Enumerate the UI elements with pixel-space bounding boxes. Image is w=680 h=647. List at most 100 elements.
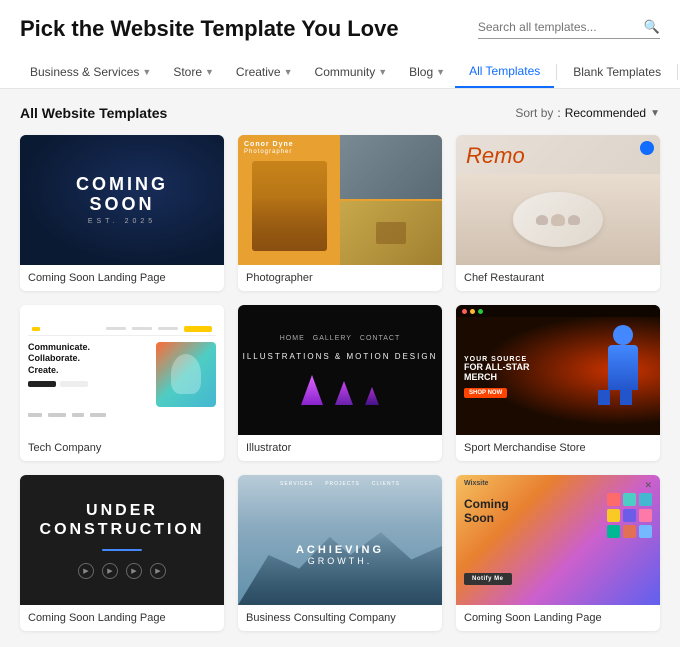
thumb-hero-text: Communicate.Collaborate.Create. — [28, 342, 150, 377]
thumb-cta-row — [28, 381, 150, 387]
thumb-shape-1 — [301, 375, 323, 405]
thumb-icon-3: ▶ — [126, 563, 142, 579]
page-wrapper: Pick the Website Template You Love 🔍 Bus… — [0, 0, 680, 647]
thumb-color-blocks — [607, 493, 652, 538]
thumb-close-x: ✕ — [644, 480, 652, 491]
tab-all-templates[interactable]: All Templates — [455, 56, 554, 88]
thumb-oysters — [528, 205, 588, 235]
nav-divider-2 — [677, 64, 678, 80]
template-label: Tech Company — [20, 435, 224, 461]
thumb-nav-clients: CLIENTS — [372, 481, 400, 487]
content-header: All Website Templates Sort by : Recommen… — [20, 105, 660, 121]
tab-all-templates-label: All Templates — [469, 64, 540, 78]
thumb-achieve-text: ACHIEVING — [296, 544, 384, 556]
chevron-down-icon: ▼ — [650, 108, 660, 119]
template-thumbnail: Conor DynePhotographer — [238, 135, 442, 265]
search-input[interactable] — [478, 20, 638, 34]
thumb-icons-row: ▶ ▶ ▶ ▶ — [78, 563, 166, 579]
thumb-shapes — [301, 375, 379, 405]
template-card[interactable]: YOUR SOURCE FOR ALL-STAR MERCH SHOP NOW … — [456, 305, 660, 461]
thumb-mini-btn: Notify Me — [464, 573, 512, 585]
template-label: Coming Soon Landing Page — [456, 605, 660, 631]
template-card[interactable]: COMINGSOON EST. 2025 Coming Soon Landing… — [20, 135, 224, 291]
thumb-hero-section: Communicate.Collaborate.Create. — [28, 342, 216, 407]
thumb-overlay-text: ACHIEVING GROWTH. — [296, 544, 384, 566]
thumb-cta-btn: SHOP NOW — [464, 388, 507, 398]
nav-item-creative[interactable]: Creative ▼ — [226, 57, 303, 87]
nav-item-business[interactable]: Business & Services ▼ — [20, 57, 161, 87]
thumb-sub-text: EST. 2025 — [76, 218, 168, 225]
template-card[interactable]: Remo Chef Re — [456, 135, 660, 291]
template-thumbnail: Wixsite ✕ ComingSoon — [456, 475, 660, 605]
thumb-text-block: COMINGSOON EST. 2025 — [76, 175, 168, 225]
template-thumbnail: UNDERCONSTRUCTION ▶ ▶ ▶ ▶ — [20, 475, 224, 605]
nav-item-blog[interactable]: Blog ▼ — [399, 57, 455, 87]
thumb-coming-soon-text: ComingSoon — [464, 497, 509, 526]
thumb-logo-dot — [32, 327, 40, 331]
template-thumbnail: COMINGSOON EST. 2025 — [20, 135, 224, 265]
nav-item-community-label: Community — [315, 65, 376, 79]
nav-item-creative-label: Creative — [236, 65, 281, 79]
thumb-nav-mini: SERVICES PROJECTS CLIENTS — [238, 481, 442, 487]
thumb-construction-text: UNDERCONSTRUCTION — [40, 501, 205, 539]
nav-item-store[interactable]: Store ▼ — [163, 57, 224, 87]
nav-item-community[interactable]: Community ▼ — [305, 57, 398, 87]
chevron-down-icon: ▼ — [284, 67, 293, 77]
thumb-nav-projects: PROJECTS — [325, 481, 360, 487]
thumb-merch-text: MERCH — [464, 372, 530, 382]
template-thumbnail: Home Gallery Contact Illustrations & Mot… — [238, 305, 442, 435]
thumb-photo-1 — [340, 135, 442, 199]
nav-item-business-label: Business & Services — [30, 65, 139, 79]
thumb-shape-2 — [335, 381, 353, 405]
nav-left: Business & Services ▼ Store ▼ Creative ▼… — [20, 57, 455, 87]
sort-label: Sort by — [515, 106, 553, 120]
template-label: Business Consulting Company — [238, 605, 442, 631]
thumb-plate — [513, 192, 603, 247]
template-card[interactable]: Communicate.Collaborate.Create. — [20, 305, 224, 461]
thumb-portrait-overlay — [252, 197, 327, 251]
nav-row: Business & Services ▼ Store ▼ Creative ▼… — [20, 56, 660, 88]
template-label: Coming Soon Landing Page — [20, 605, 224, 631]
nav-divider — [556, 64, 557, 80]
thumb-left-panel: Conor DynePhotographer — [238, 135, 340, 265]
template-label: Coming Soon Landing Page — [20, 265, 224, 291]
chevron-down-icon: ▼ — [205, 67, 214, 77]
chevron-down-icon: ▼ — [142, 67, 151, 77]
template-card[interactable]: Conor DynePhotographer Photographer — [238, 135, 442, 291]
thumb-btn-1 — [28, 381, 56, 387]
thumb-btn-2 — [60, 381, 88, 387]
templates-grid: COMINGSOON EST. 2025 Coming Soon Landing… — [20, 135, 660, 631]
thumb-content-inner: Communicate.Collaborate.Create. — [28, 324, 216, 417]
search-box: 🔍 — [478, 19, 660, 39]
thumb-growth-text: GROWTH. — [296, 556, 384, 566]
thumb-icon-1: ▶ — [78, 563, 94, 579]
template-label: Chef Restaurant — [456, 265, 660, 291]
template-label: Sport Merchandise Store — [456, 435, 660, 461]
content: All Website Templates Sort by : Recommen… — [0, 89, 680, 647]
thumb-logos-row — [28, 413, 216, 417]
template-label: Illustrator — [238, 435, 442, 461]
thumb-nav-3: Contact — [360, 335, 400, 342]
template-card[interactable]: SERVICES PROJECTS CLIENTS ACHIEVING GROW… — [238, 475, 442, 631]
template-thumbnail: SERVICES PROJECTS CLIENTS ACHIEVING GROW… — [238, 475, 442, 605]
section-title: All Website Templates — [20, 105, 167, 121]
thumb-nav-1: Home — [280, 335, 305, 342]
thumb-nav-2: Gallery — [313, 335, 352, 342]
template-card[interactable]: Wixsite ✕ ComingSoon — [456, 475, 660, 631]
nav-item-blog-label: Blog — [409, 65, 433, 79]
tab-blank-templates[interactable]: Blank Templates — [559, 57, 675, 87]
nav-right: All Templates Blank Templates Collection… — [455, 56, 680, 88]
thumb-photo-2 — [340, 201, 442, 265]
search-icon: 🔍 — [644, 19, 660, 35]
template-card[interactable]: UNDERCONSTRUCTION ▶ ▶ ▶ ▶ Coming Soon La… — [20, 475, 224, 631]
thumb-logo-bar — [28, 324, 216, 336]
nav-item-store-label: Store — [173, 65, 202, 79]
thumb-blue-dot — [640, 141, 654, 155]
page-title: Pick the Website Template You Love — [20, 16, 399, 42]
sort-by[interactable]: Sort by : Recommended ▼ — [515, 106, 660, 120]
template-card[interactable]: Home Gallery Contact Illustrations & Mot… — [238, 305, 442, 461]
thumb-oyster-plate — [456, 174, 660, 265]
header-top: Pick the Website Template You Love 🔍 — [20, 16, 660, 42]
thumb-top-half: Remo — [456, 135, 660, 265]
thumb-title: Illustrations & Motion Design — [243, 352, 438, 361]
